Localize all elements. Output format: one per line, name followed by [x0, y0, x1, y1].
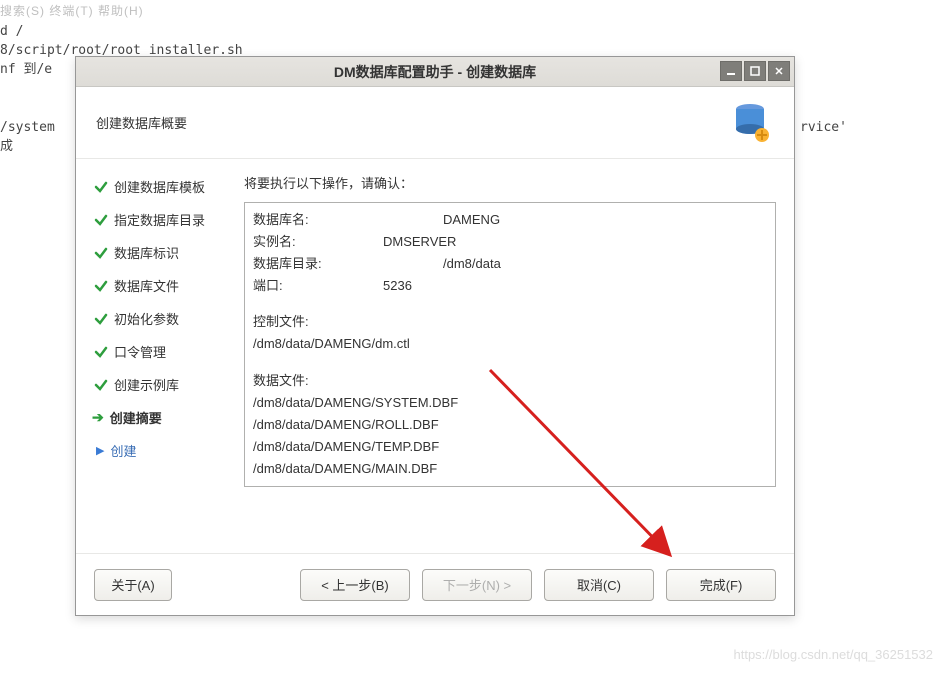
label-db-name: 数据库名: — [253, 209, 383, 231]
step-password: 口令管理 — [94, 342, 234, 361]
step-identity: 数据库标识 — [94, 243, 234, 262]
header-title: 创建数据库概要 — [96, 113, 187, 132]
label-data-file: 数据文件: — [253, 370, 767, 392]
about-button[interactable]: 关于(A) — [94, 569, 172, 601]
step-directory: 指定数据库目录 — [94, 210, 234, 229]
step-files: 数据库文件 — [94, 276, 234, 295]
confirm-prompt: 将要执行以下操作，请确认： — [244, 173, 776, 192]
step-label: 口令管理 — [114, 342, 166, 361]
step-label: 数据库标识 — [114, 243, 179, 262]
check-icon — [94, 246, 108, 260]
value-port: 5236 — [383, 275, 767, 297]
step-label: 创建数据库模板 — [114, 177, 205, 196]
label-ctrl-file: 控制文件: — [253, 311, 767, 333]
titlebar[interactable]: DM数据库配置助手 - 创建数据库 — [76, 57, 794, 87]
bg-text: /system — [0, 118, 55, 138]
step-template: 创建数据库模板 — [94, 177, 234, 196]
maximize-button[interactable] — [744, 61, 766, 81]
value-db-name: DAMENG — [383, 209, 767, 231]
close-button[interactable] — [768, 61, 790, 81]
bg-text: d / — [0, 22, 23, 42]
value-db-dir: /dm8/data — [383, 253, 767, 275]
step-label: 初始化参数 — [114, 309, 179, 328]
minimize-button[interactable] — [720, 61, 742, 81]
label-db-dir: 数据库目录: — [253, 253, 383, 275]
cancel-button[interactable]: 取消(C) — [544, 569, 654, 601]
summary-row: 数据库名: DAMENG — [253, 209, 767, 231]
check-icon — [94, 345, 108, 359]
value-df2: /dm8/data/DAMENG/ROLL.DBF — [253, 414, 767, 436]
arrow-right-icon: ➔ — [92, 409, 104, 426]
value-df4: /dm8/data/DAMENG/MAIN.DBF — [253, 458, 767, 480]
step-init-params: 初始化参数 — [94, 309, 234, 328]
summary-box[interactable]: 数据库名: DAMENG 实例名: DMSERVER 数据库目录: /dm8/d… — [244, 202, 776, 487]
step-label: 创建摘要 — [110, 408, 162, 427]
summary-row: 端口: 5236 — [253, 275, 767, 297]
check-icon — [94, 213, 108, 227]
bg-text: rvice' — [800, 118, 847, 138]
step-label: 数据库文件 — [114, 276, 179, 295]
check-icon — [94, 279, 108, 293]
step-label: 创建 — [110, 441, 136, 460]
next-button: 下一步(N) > — [422, 569, 532, 601]
value-df3: /dm8/data/DAMENG/TEMP.DBF — [253, 436, 767, 458]
check-icon — [94, 180, 108, 194]
check-icon — [94, 378, 108, 392]
finish-button[interactable]: 完成(F) — [666, 569, 776, 601]
maximize-icon — [750, 66, 760, 76]
close-icon — [774, 66, 784, 76]
prev-button[interactable]: < 上一步(B) — [300, 569, 410, 601]
bg-text: 成 — [0, 137, 13, 157]
footer: 关于(A) < 上一步(B) 下一步(N) > 取消(C) 完成(F) — [76, 553, 794, 615]
check-icon — [94, 312, 108, 326]
value-ctrl-path: /dm8/data/DAMENG/dm.ctl — [253, 333, 767, 355]
step-label: 创建示例库 — [114, 375, 179, 394]
header-area: 创建数据库概要 — [76, 87, 794, 159]
triangle-icon: ▶ — [96, 444, 104, 457]
summary-row: 实例名: DMSERVER — [253, 231, 767, 253]
summary-row: 数据库目录: /dm8/data — [253, 253, 767, 275]
watermark: https://blog.csdn.net/qq_36251532 — [734, 647, 934, 662]
label-port: 端口: — [253, 275, 383, 297]
bg-text: nf 到/e — [0, 60, 52, 80]
step-label: 指定数据库目录 — [114, 210, 205, 229]
step-create: ▶ 创建 — [94, 441, 234, 460]
window-controls — [720, 61, 790, 81]
label-inst-name: 实例名: — [253, 231, 383, 253]
dialog-window: DM数据库配置助手 - 创建数据库 创建数据库概要 创建数 — [75, 56, 795, 616]
step-summary: ➔ 创建摘要 — [94, 408, 234, 427]
terminal-menu: 搜索(S) 终端(T) 帮助(H) — [0, 2, 144, 19]
step-sample-db: 创建示例库 — [94, 375, 234, 394]
window-title: DM数据库配置助手 - 创建数据库 — [334, 62, 536, 82]
value-inst-name: DMSERVER — [383, 231, 767, 253]
steps-sidebar: 创建数据库模板 指定数据库目录 数据库标识 数据库文件 初始化参数 口令管理 — [94, 173, 234, 553]
content-area: 创建数据库模板 指定数据库目录 数据库标识 数据库文件 初始化参数 口令管理 — [76, 159, 794, 553]
main-panel: 将要执行以下操作，请确认： 数据库名: DAMENG 实例名: DMSERVER… — [244, 173, 776, 553]
value-df1: /dm8/data/DAMENG/SYSTEM.DBF — [253, 392, 767, 414]
database-icon — [726, 99, 774, 147]
minimize-icon — [726, 66, 736, 76]
